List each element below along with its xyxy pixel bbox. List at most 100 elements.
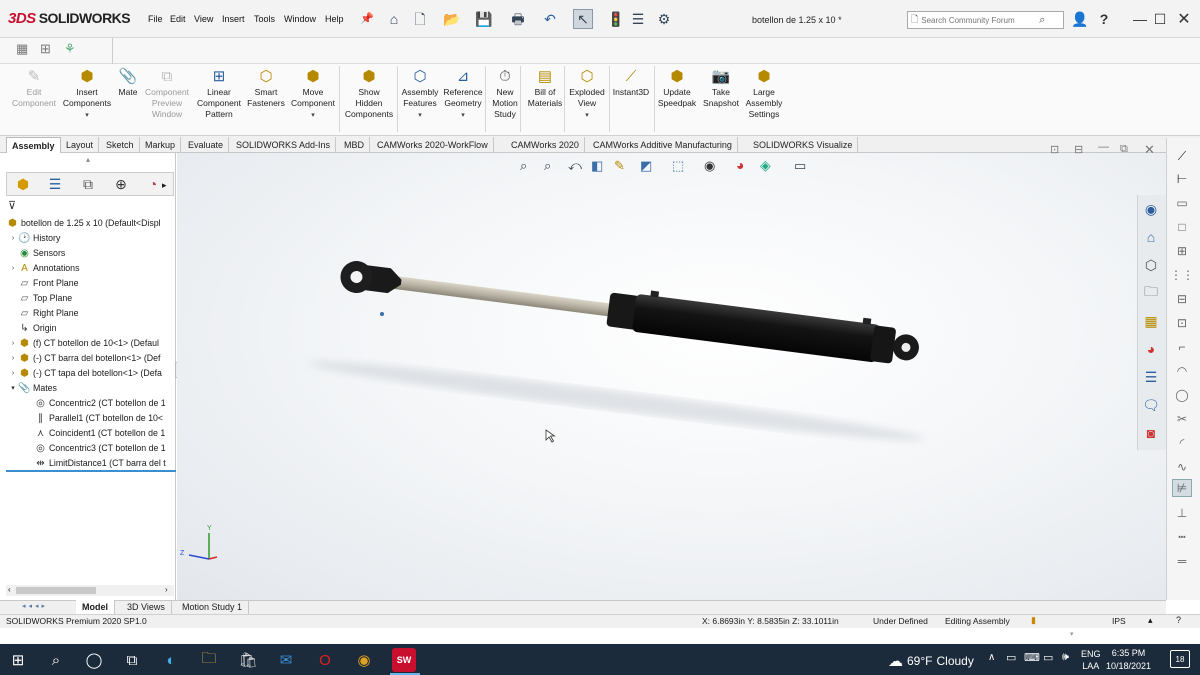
open-folder-icon[interactable]: 🗀 [1140,282,1162,304]
tab-markup[interactable]: Markup [140,137,182,153]
cylinder-model[interactable]: Y Z [177,153,1166,600]
cmd-smart-fasteners[interactable]: ⬡ Smart Fasteners [246,66,286,109]
user-account-icon[interactable]: 👤 [1070,10,1090,28]
dropdown-caret-icon[interactable]: ▾ [461,110,465,121]
circle-icon[interactable]: ◯ [1172,386,1192,404]
tab-assembly[interactable]: Assembly [6,137,61,153]
spline-icon[interactable]: ∿ [1172,458,1192,476]
expand-toggle-icon[interactable]: › [8,366,18,381]
tree-item[interactable]: ⇹ LimitDistance1 (CT barra del t [24,456,176,471]
sketch-grid-icon[interactable]: ⊞ [40,41,51,57]
custom-properties-icon[interactable]: ☰ [1140,366,1162,388]
tree-item[interactable]: › 🕑 History [8,231,176,246]
print-icon[interactable]: 🖶 [508,9,528,29]
minimize-window-icon[interactable]: — [1130,10,1150,28]
search-input[interactable] [921,15,1040,25]
chrome-icon[interactable]: ◉ [352,648,376,672]
tab-camworks-2020[interactable]: CAMWorks 2020 [506,137,585,153]
cmd-speedpak[interactable]: ⬢ Update Speedpak [656,66,698,109]
status-help-icon[interactable]: ? [1176,615,1181,625]
arc-icon[interactable]: ◠ [1172,362,1192,380]
centerline-icon[interactable]: ┅ [1172,528,1192,546]
scroll-right-icon[interactable]: › [165,585,168,594]
weather-widget[interactable]: ☁ 69°F Cloudy [888,652,974,670]
search-scope-icon[interactable]: 🗋 [911,12,918,28]
smart-dimension-icon[interactable]: ⊢ [1172,170,1192,188]
point-icon[interactable]: ⊥ [1172,504,1192,522]
cmd-snapshot[interactable]: 📷 Take Snapshot [701,66,741,109]
trim-icon[interactable]: ✂ [1172,410,1192,428]
menu-view[interactable]: View [194,14,213,24]
feature-tree-tab-icon[interactable]: ⬢ [10,173,36,195]
tree-item[interactable]: ↳ Origin [8,321,176,336]
solidworks-taskbar-icon[interactable]: SW [392,648,416,672]
cmd-mate[interactable]: 📎 Mate [116,66,140,98]
tree-item[interactable]: ◎ Concentric2 (CT botellon de 1 [24,396,176,411]
tab-layout[interactable]: Layout [61,137,100,153]
tab-sketch[interactable]: Sketch [101,137,140,153]
language-indicator[interactable]: ENG LAA [1081,648,1101,672]
solidworks-logo[interactable]: 3DS SOLIDWORKS [8,10,131,27]
dropdown-caret-icon[interactable]: ▾ [85,110,89,121]
cmd-show-hidden[interactable]: ⬢ Show Hidden Components [343,66,395,120]
search-icon[interactable]: ⌕ [1039,14,1045,27]
expand-toggle-icon[interactable]: › [8,336,18,351]
menu-tools[interactable]: Tools [254,14,275,24]
bottom-tab-model[interactable]: Model [76,600,115,614]
tree-item[interactable]: ◎ Concentric3 (CT botellon de 1 [24,441,176,456]
rectangle-icon[interactable]: ▭ [1172,194,1192,212]
file-explorer-icon[interactable]: ⬡ [1140,254,1162,276]
tree-item[interactable]: › A Annotations [8,261,176,276]
forum-icon[interactable]: 🗨 [1140,394,1162,416]
rebuild-icon[interactable]: 🚦 [606,9,626,29]
tree-item[interactable]: › ⬢ (-) CT barra del botellon<1> (Def [8,351,176,366]
square-icon[interactable]: □ [1172,218,1192,236]
tab-camworks-2020-workflow[interactable]: CAMWorks 2020-WorkFlow [372,137,494,153]
cmd-insert-components[interactable]: ⬢ Insert Components ▾ [62,66,112,121]
help-icon[interactable]: ? [1094,10,1114,28]
cmd-reference-geometry[interactable]: ⊿ Reference Geometry ▾ [443,66,483,121]
solidworks-resources-icon[interactable]: ◉ [1140,198,1162,220]
select-icon[interactable]: ↖ [573,9,593,29]
cmd-motion-study[interactable]: ⏱ New Motion Study [489,66,521,120]
tab-mbd[interactable]: MBD [339,137,370,153]
tab-navigation-icon[interactable]: ◂◂◂▸ [22,602,48,610]
expand-toggle-icon[interactable]: ▾ [8,381,18,396]
grid-pattern-icon[interactable]: ⋮⋮ [1170,266,1194,284]
meet-now-icon[interactable]: ▭ [1006,651,1016,664]
cmd-move-component[interactable]: ⬢ Move Component ▾ [289,66,337,121]
bottom-tab-motion-study-1[interactable]: Motion Study 1 [176,600,250,614]
dropdown-caret-icon[interactable]: ▾ [418,110,422,121]
table-icon[interactable]: ⊟ [1172,290,1192,308]
menu-edit[interactable]: Edit [170,14,186,24]
cortana-icon[interactable]: ◯ [82,648,106,672]
add-in-icon[interactable]: ◙ [1140,422,1162,444]
dimxpert-tab-icon[interactable]: ⊕ [108,173,134,195]
mail-icon[interactable]: ✉ [274,648,298,672]
network-icon[interactable]: ⚘ [64,41,76,57]
rollback-bar[interactable] [6,470,176,472]
offset-icon[interactable]: ⊡ [1172,314,1192,332]
menu-help[interactable]: Help [325,14,344,24]
bottom-tab-3d-views[interactable]: 3D Views [121,600,172,614]
tab-solidworks-visualize[interactable]: SOLIDWORKS Visualize [748,137,859,153]
pane-collapse-icon[interactable]: ▴ [86,155,90,164]
tab-solidworks-add-ins[interactable]: SOLIDWORKS Add-Ins [231,137,337,153]
home-icon[interactable]: ⌂ [384,9,404,29]
undo-icon[interactable]: ↶ [540,9,560,29]
cmd-bom[interactable]: ▤ Bill of Materials [525,66,565,109]
search-box[interactable]: 🗋 ⌕ [907,11,1064,29]
save-icon[interactable]: 💾 [474,9,494,29]
view-palette-icon[interactable]: ▦ [1140,310,1162,332]
configuration-tab-icon[interactable]: ⧉ [75,173,101,195]
filter-icon[interactable]: ⊽ [8,199,16,212]
tree-item[interactable]: ▱ Front Plane [8,276,176,291]
dimension-active-icon[interactable]: ⊭ [1172,479,1192,497]
tab-camworks-additive-manufacturing[interactable]: CAMWorks Additive Manufacturing [588,137,738,153]
task-view-icon[interactable]: ⧉ [120,648,144,672]
dropdown-caret-icon[interactable]: ▾ [311,110,315,121]
tree-item[interactable]: › ⬢ (-) CT tapa del botellon<1> (Defa [8,366,176,381]
battery-icon[interactable]: ▭ [1043,651,1053,664]
taskbar-clock[interactable]: 6:35 PM 10/18/2021 [1106,647,1151,673]
property-manager-tab-icon[interactable]: ☰ [42,173,68,195]
